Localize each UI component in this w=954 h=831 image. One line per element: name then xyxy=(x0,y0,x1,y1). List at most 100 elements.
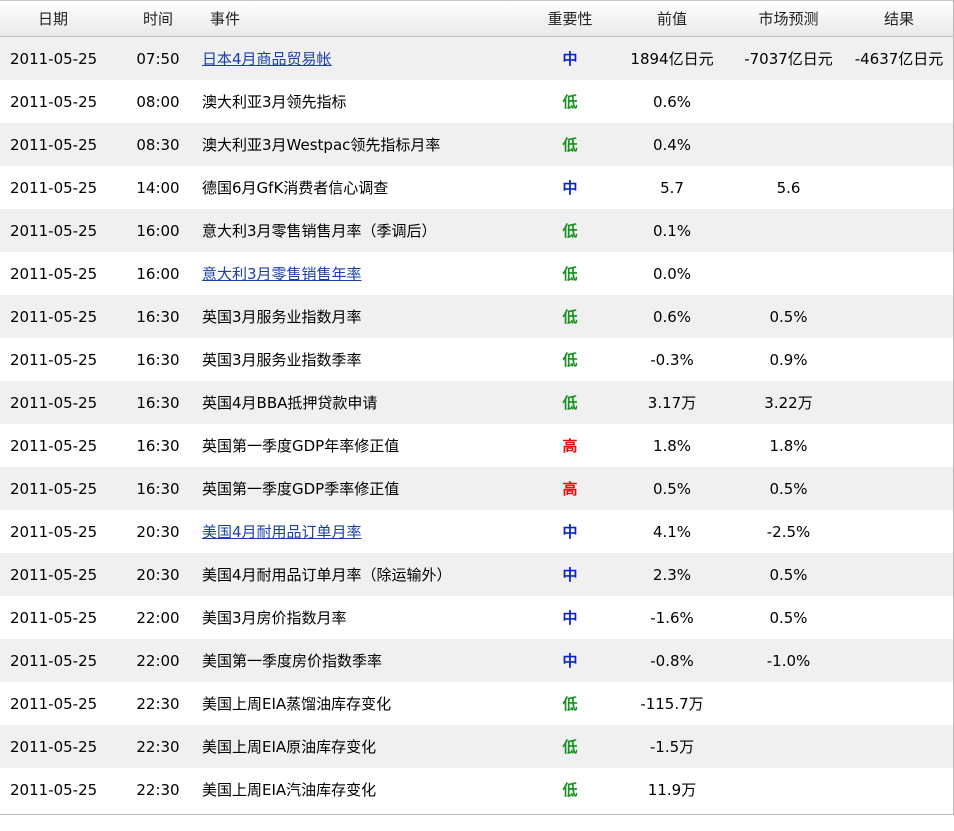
importance-badge: 中 xyxy=(562,50,578,68)
row-event: 澳大利亚3月Westpac领先指标月率 xyxy=(198,134,528,155)
table-row: 2011-05-25 16:30 英国第一季度GDP年率修正值 高 1.8% 1.8% xyxy=(0,424,953,467)
row-event: 英国第一季度GDP年率修正值 xyxy=(198,435,528,456)
importance-badge: 低 xyxy=(562,351,578,369)
importance-badge: 低 xyxy=(562,394,578,412)
row-date: 2011-05-25 xyxy=(10,178,98,197)
row-event[interactable]: 美国4月耐用品订单月率 xyxy=(198,521,528,542)
event-text: 美国4月耐用品订单月率（除运输外） xyxy=(202,566,452,584)
row-event: 英国第一季度GDP季率修正值 xyxy=(198,478,528,499)
event-link[interactable]: 意大利3月零售销售年率 xyxy=(202,265,362,283)
row-date: 2011-05-25 xyxy=(10,393,98,412)
row-time: 16:00 xyxy=(136,264,180,283)
row-previous: 2.3% xyxy=(652,565,692,584)
row-date: 2011-05-25 xyxy=(10,780,98,799)
importance-badge: 高 xyxy=(562,437,578,455)
row-previous: 0.4% xyxy=(652,135,692,154)
row-event: 英国4月BBA抵押贷款申请 xyxy=(198,392,528,413)
row-forecast: -7037亿日元 xyxy=(744,50,833,68)
row-previous: 5.7 xyxy=(660,178,684,197)
importance-badge: 低 xyxy=(562,781,578,799)
row-time: 16:00 xyxy=(136,221,180,240)
row-date: 2011-05-25 xyxy=(10,307,98,326)
row-date: 2011-05-25 xyxy=(10,49,98,68)
table-header: 日期 时间 事件 重要性 前值 市场预测 结果 xyxy=(0,0,953,37)
header-forecast[interactable]: 市场预测 xyxy=(732,8,845,29)
row-time: 16:30 xyxy=(136,350,180,369)
event-link[interactable]: 美国4月耐用品订单月率 xyxy=(202,523,362,541)
table-row: 2011-05-25 16:00 意大利3月零售销售月率（季调后） 低 0.1% xyxy=(0,209,953,252)
row-event: 美国3月房价指数月率 xyxy=(198,607,528,628)
table-row: 2011-05-25 20:30 美国4月耐用品订单月率 中 4.1% -2.5% xyxy=(0,510,953,553)
row-date: 2011-05-25 xyxy=(10,436,98,455)
importance-badge: 低 xyxy=(562,93,578,111)
row-previous: 0.1% xyxy=(652,221,692,240)
row-date: 2011-05-25 xyxy=(10,565,98,584)
table-row: 2011-05-25 16:00 意大利3月零售销售年率 低 0.0% xyxy=(0,252,953,295)
row-event: 澳大利亚3月领先指标 xyxy=(198,91,528,112)
row-previous: 0.5% xyxy=(652,479,692,498)
row-forecast: -1.0% xyxy=(766,651,811,670)
header-result[interactable]: 结果 xyxy=(845,8,953,29)
row-date: 2011-05-25 xyxy=(10,608,98,627)
table-row: 2011-05-25 22:00 美国第一季度房价指数季率 中 -0.8% -1.0% xyxy=(0,639,953,682)
importance-badge: 低 xyxy=(562,222,578,240)
table-row: 2011-05-25 16:30 英国4月BBA抵押贷款申请 低 3.17万 3.22万 xyxy=(0,381,953,424)
row-event: 德国6月GfK消费者信心调查 xyxy=(198,177,528,198)
table-row: 2011-05-25 07:50 日本4月商品贸易帐 中 1894亿日元 -7037亿日元… xyxy=(0,37,953,80)
event-text: 英国4月BBA抵押贷款申请 xyxy=(202,394,378,412)
event-text: 美国第一季度房价指数季率 xyxy=(202,652,383,670)
table-body: 2011-05-25 07:50 日本4月商品贸易帐中 1894亿日元 -7037亿日元… xyxy=(0,37,953,811)
importance-badge: 低 xyxy=(562,695,578,713)
row-previous: 1.8% xyxy=(652,436,692,455)
header-previous[interactable]: 前值 xyxy=(612,8,732,29)
header-event[interactable]: 事件 xyxy=(198,8,528,29)
event-text: 英国3月服务业指数月率 xyxy=(202,308,362,326)
table-row: 2011-05-25 22:30 美国上周EIA原油库存变化 低 -1.5万 xyxy=(0,725,953,768)
row-time: 07:50 xyxy=(136,49,180,68)
row-previous: 0.0% xyxy=(652,264,692,283)
row-time: 14:00 xyxy=(136,178,180,197)
row-date: 2011-05-25 xyxy=(10,350,98,369)
row-time: 16:30 xyxy=(136,307,180,326)
row-date: 2011-05-25 xyxy=(10,264,98,283)
event-text: 德国6月GfK消费者信心调查 xyxy=(202,179,389,197)
row-previous: 1894亿日元 xyxy=(630,50,714,68)
row-time: 16:30 xyxy=(136,479,180,498)
header-date[interactable]: 日期 xyxy=(0,8,118,29)
table-row: 2011-05-25 16:30 英国第一季度GDP季率修正值 高 0.5% 0.5% xyxy=(0,467,953,510)
row-time: 22:30 xyxy=(136,780,180,799)
row-previous: -115.7万 xyxy=(640,695,704,713)
event-text: 澳大利亚3月领先指标 xyxy=(202,93,347,111)
importance-badge: 低 xyxy=(562,136,578,154)
importance-badge: 低 xyxy=(562,308,578,326)
row-previous: -0.3% xyxy=(650,350,694,369)
table-bottom-border xyxy=(0,814,953,815)
row-event: 美国上周EIA蒸馏油库存变化 xyxy=(198,693,528,714)
row-previous: 0.6% xyxy=(652,92,692,111)
row-forecast: 0.9% xyxy=(769,350,808,369)
header-importance[interactable]: 重要性 xyxy=(528,8,612,29)
row-time: 20:30 xyxy=(136,522,180,541)
row-forecast: 0.5% xyxy=(769,565,808,584)
row-event: 美国上周EIA汽油库存变化 xyxy=(198,779,528,800)
importance-badge: 中 xyxy=(562,566,578,584)
event-link[interactable]: 日本4月商品贸易帐 xyxy=(202,50,332,68)
row-time: 22:00 xyxy=(136,608,180,627)
row-forecast: 0.5% xyxy=(769,608,808,627)
row-date: 2011-05-25 xyxy=(10,221,98,240)
table-row: 2011-05-25 08:00 澳大利亚3月领先指标 低 0.6% xyxy=(0,80,953,123)
header-time[interactable]: 时间 xyxy=(118,8,198,29)
importance-badge: 低 xyxy=(562,738,578,756)
table-row: 2011-05-25 20:30 美国4月耐用品订单月率（除运输外） 中 2.3% 0.5… xyxy=(0,553,953,596)
row-event[interactable]: 日本4月商品贸易帐 xyxy=(198,48,528,69)
row-event[interactable]: 意大利3月零售销售年率 xyxy=(198,263,528,284)
table-row: 2011-05-25 22:30 美国上周EIA蒸馏油库存变化 低 -115.7万 xyxy=(0,682,953,725)
table-row: 2011-05-25 16:30 英国3月服务业指数月率 低 0.6% 0.5% xyxy=(0,295,953,338)
row-date: 2011-05-25 xyxy=(10,135,98,154)
row-date: 2011-05-25 xyxy=(10,479,98,498)
row-previous: 11.9万 xyxy=(647,781,697,799)
row-forecast: 0.5% xyxy=(769,479,808,498)
row-date: 2011-05-25 xyxy=(10,92,98,111)
table-row: 2011-05-25 22:30 美国上周EIA汽油库存变化 低 11.9万 xyxy=(0,768,953,811)
row-event: 美国第一季度房价指数季率 xyxy=(198,650,528,671)
